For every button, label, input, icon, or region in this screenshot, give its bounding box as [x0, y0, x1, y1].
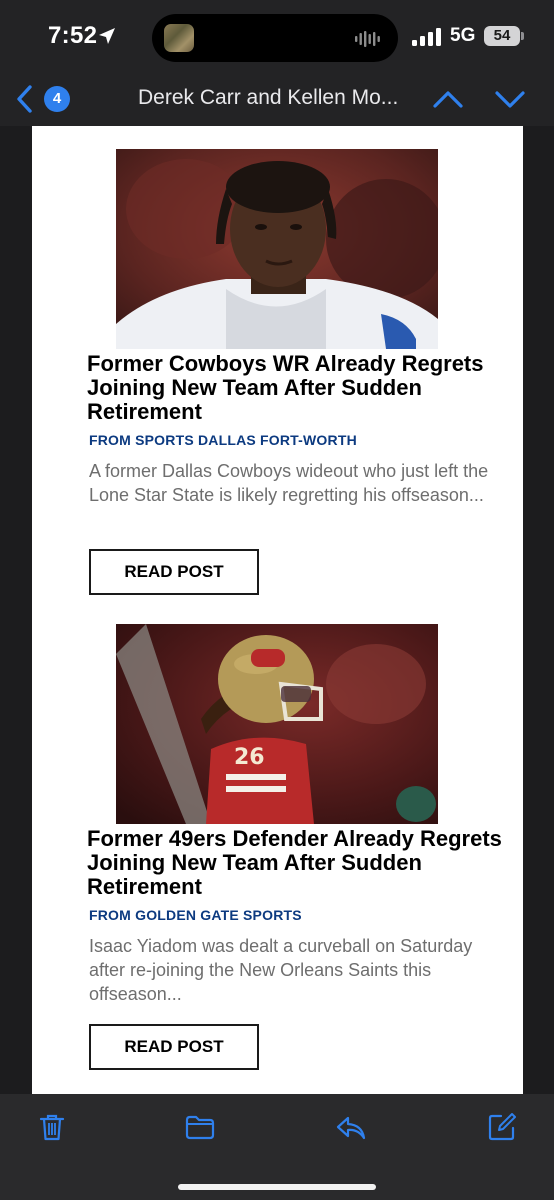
folder-icon[interactable]: [185, 1112, 215, 1142]
player-photo-cowboys: [116, 149, 438, 349]
dynamic-island: [152, 14, 398, 62]
now-playing-artwork: [164, 24, 194, 52]
article-snippet: A former Dallas Cowboys wideout who just…: [89, 461, 489, 505]
mail-nav-bar: 4 Derek Carr and Kellen Mo...: [0, 74, 554, 126]
trash-icon[interactable]: [37, 1112, 67, 1142]
status-time: 7:52: [48, 22, 98, 49]
svg-text:26: 26: [234, 745, 265, 770]
article-headline[interactable]: Former Cowboys WR Already Regrets Joinin…: [87, 352, 507, 424]
unread-count-badge[interactable]: 4: [44, 86, 70, 112]
article-photo[interactable]: [116, 149, 438, 349]
back-chevron-icon[interactable]: [14, 84, 36, 114]
home-indicator[interactable]: [178, 1184, 376, 1190]
mail-screen: 7:52 5G 54 4 Derek Carr and Kellen Mo...…: [0, 0, 554, 1200]
article-snippet: Isaac Yiadom was dealt a curveball on Sa…: [89, 936, 473, 1004]
previous-message-icon[interactable]: [432, 86, 464, 112]
next-message-icon[interactable]: [494, 86, 526, 112]
article-source[interactable]: FROM GOLDEN GATE SPORTS: [89, 907, 302, 923]
battery-tip: [521, 32, 524, 40]
article-source[interactable]: FROM SPORTS DALLAS FORT-WORTH: [89, 432, 357, 448]
player-photo-49ers: 26: [116, 624, 438, 824]
message-subject-title: Derek Carr and Kellen Mo...: [138, 86, 399, 109]
article-headline[interactable]: Former 49ers Defender Already Regrets Jo…: [87, 827, 507, 899]
cellular-signal-icon: [412, 28, 441, 46]
mail-message-body: Former Cowboys WR Already Regrets Joinin…: [32, 126, 523, 1094]
audio-waveform-icon: [355, 31, 380, 47]
article-photo[interactable]: 26: [116, 624, 438, 824]
status-bar: 7:52 5G 54: [0, 0, 554, 74]
read-post-button[interactable]: READ POST: [89, 549, 259, 595]
network-type: 5G: [450, 25, 476, 46]
reply-icon[interactable]: [336, 1112, 366, 1142]
compose-icon[interactable]: [487, 1112, 517, 1142]
battery-icon: 54: [484, 26, 520, 46]
read-post-button[interactable]: READ POST: [89, 1024, 259, 1070]
location-arrow-icon: [99, 28, 115, 44]
